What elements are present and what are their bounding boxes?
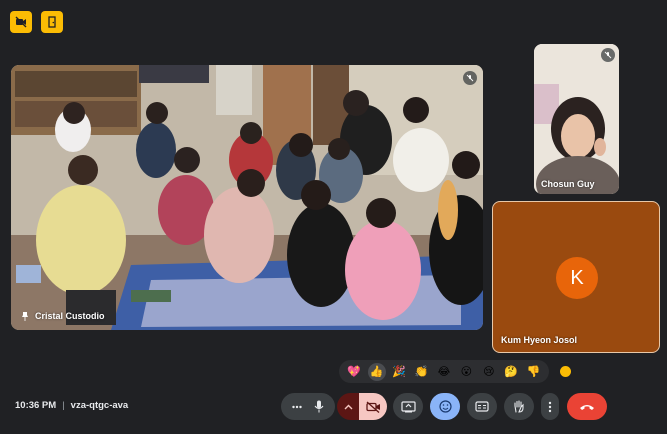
video-tile-chosun-guy[interactable]: Chosun Guy [534, 44, 619, 194]
main-participant-label: Cristal Custodio [21, 311, 105, 321]
emoji-icon [438, 400, 452, 413]
main-mic-off-badge [463, 71, 477, 85]
recording-disabled-badge[interactable] [10, 11, 32, 33]
chosun-guy-video-frame [534, 44, 619, 194]
video-tile-main[interactable]: Cristal Custodio [11, 65, 483, 330]
more-vertical-icon [548, 401, 552, 412]
main-participant-name: Cristal Custodio [35, 311, 105, 321]
meeting-info-separator: | [62, 400, 65, 411]
present-screen-button[interactable] [393, 393, 423, 420]
microphone-button[interactable] [308, 400, 330, 413]
reaction-thinking[interactable]: 🤔 [502, 363, 520, 381]
microphone-icon [314, 400, 324, 413]
camera-options-button[interactable] [337, 393, 359, 420]
avatar: K [556, 257, 598, 299]
more-horizontal-icon [292, 405, 302, 408]
reaction-thumbs-up[interactable]: 👍 [367, 362, 386, 381]
kum-participant-name: Kum Hyeon Josol [501, 335, 578, 345]
meeting-info: 10:36 PM | vza-qtgc-ava [15, 400, 128, 411]
chosun-participant-name: Chosun Guy [541, 179, 595, 189]
reaction-tears-of-joy[interactable]: 😂 [435, 363, 453, 381]
video-tile-kum-hyeon-josol[interactable]: K Kum Hyeon Josol [492, 201, 660, 353]
reaction-clapping-hands[interactable]: 👏 [413, 363, 431, 381]
captions-button[interactable] [467, 393, 497, 420]
captions-icon [475, 401, 489, 412]
camera-off-icon [365, 401, 380, 413]
present-screen-icon [400, 400, 416, 412]
reaction-surprised[interactable]: 😮 [457, 363, 475, 381]
more-audio-options-button[interactable] [286, 405, 308, 409]
chosun-mic-off-badge [601, 48, 615, 62]
hand-icon [514, 400, 524, 413]
host-controls-badge[interactable] [41, 11, 63, 33]
pin-icon [22, 311, 28, 321]
camera-button[interactable] [359, 393, 387, 420]
group-video-frame [11, 65, 483, 330]
reaction-crying[interactable]: 😢 [480, 363, 498, 381]
more-options-button[interactable] [541, 393, 559, 420]
chevron-up-icon [344, 404, 352, 409]
mic-off-icon [604, 51, 612, 59]
door-icon [48, 16, 56, 28]
reaction-party-popper[interactable]: 🎉 [390, 363, 408, 381]
mic-control-group [281, 393, 335, 420]
mic-off-icon [466, 74, 474, 82]
raise-hand-button[interactable] [504, 393, 534, 420]
reaction-sparkling-heart[interactable]: 💖 [345, 363, 363, 381]
skin-tone-selector[interactable] [560, 366, 571, 377]
reactions-button[interactable] [430, 393, 460, 420]
leave-call-button[interactable] [567, 393, 607, 420]
no-recording-icon [15, 16, 27, 28]
reaction-bar: 💖 👍 🎉 👏 😂 😮 😢 🤔 👎 [339, 360, 549, 383]
hang-up-icon [580, 404, 594, 410]
meet-window: Cristal Custodio Chosun Guy K Kum Hyeon … [0, 0, 667, 434]
reaction-thumbs-down[interactable]: 👎 [525, 363, 543, 381]
meeting-code[interactable]: vza-qtgc-ava [71, 400, 129, 411]
meeting-time: 10:36 PM [15, 400, 57, 411]
